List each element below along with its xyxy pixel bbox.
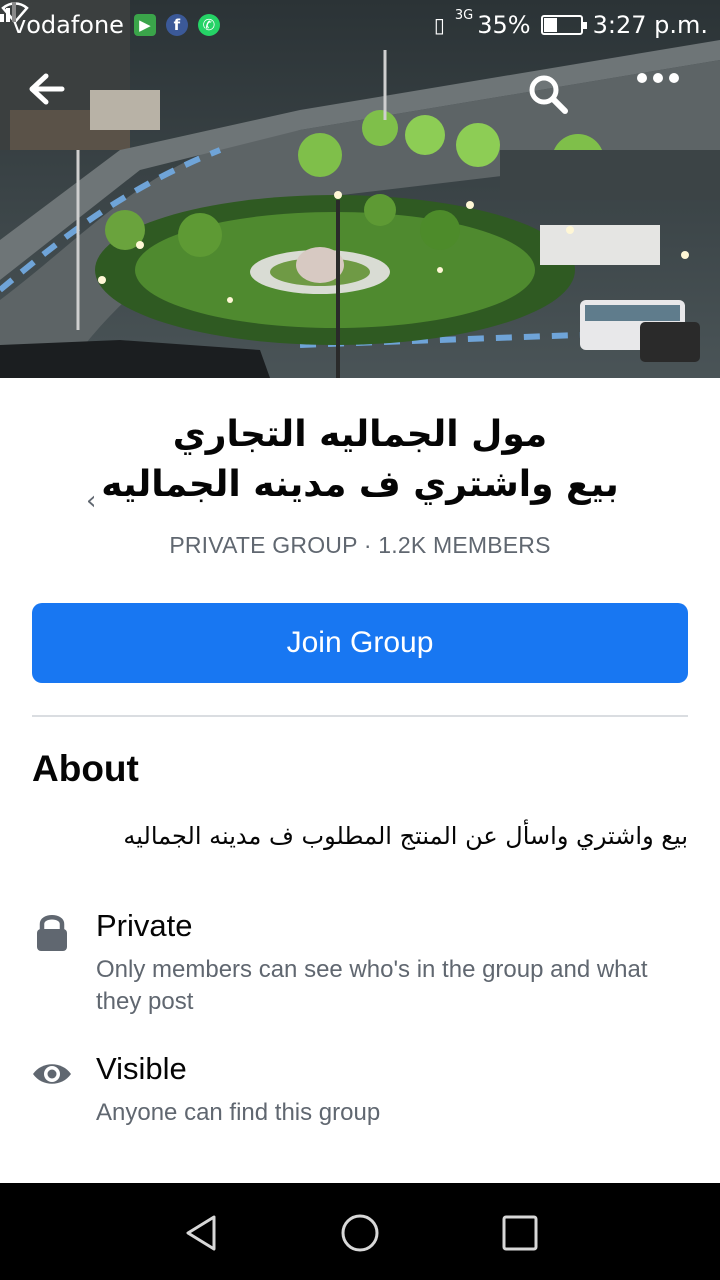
network-type: 3G [454, 7, 474, 23]
system-navigation-bar [0, 1183, 720, 1280]
battery-percent: 35% [477, 11, 531, 39]
chevron-right-icon: › [86, 486, 97, 516]
eye-icon [33, 1064, 71, 1084]
arrow-left-icon [29, 73, 65, 105]
group-name-line2: بيع واشتري ف مدينه الجماليه [101, 464, 619, 505]
privacy-title: Private [96, 908, 193, 943]
signal-icon [0, 2, 16, 22]
home-circle-icon[interactable] [340, 1213, 380, 1253]
divider [32, 715, 688, 717]
group-name-line1: مول الجماليه التجاري [172, 414, 548, 455]
visibility-title: Visible [96, 1051, 187, 1086]
join-group-button[interactable]: Join Group [32, 603, 688, 683]
battery-icon [540, 15, 587, 35]
cover-photo-illustration [0, 0, 720, 378]
about-description: بيع واشتري واسأل عن المنتج المطلوب ف مدي… [123, 822, 688, 850]
whatsapp-icon: ✆ [197, 14, 220, 36]
back-triangle-icon[interactable] [182, 1213, 222, 1253]
search-button[interactable] [526, 72, 586, 128]
more-dots-icon [637, 73, 679, 83]
back-button[interactable] [26, 72, 86, 128]
group-name[interactable]: مول الجماليه التجاري بيع واشتري ف مدينه … [0, 410, 720, 516]
visibility-subtitle: Anyone can find this group [96, 1099, 381, 1126]
facebook-icon: f [165, 14, 188, 36]
search-icon [529, 75, 568, 114]
lock-icon [37, 915, 67, 951]
group-cover-photo[interactable]: vodafone ▶ f ✆ ▯ 3G 35% 3:27 p.m. [0, 0, 720, 378]
recents-square-icon[interactable] [500, 1213, 540, 1253]
more-options-button[interactable] [636, 72, 696, 128]
privacy-subtitle: Only members can see who's in the group … [96, 956, 648, 1015]
group-meta: PRIVATE GROUP · 1.2K MEMBERS [169, 532, 551, 558]
play-store-icon: ▶ [133, 14, 156, 36]
status-bar: vodafone ▶ f ✆ ▯ 3G 35% 3:27 p.m. [0, 0, 720, 50]
about-heading: About [32, 748, 139, 789]
vibrate-icon: ▯ [433, 13, 445, 37]
clock: 3:27 p.m. [592, 11, 708, 39]
